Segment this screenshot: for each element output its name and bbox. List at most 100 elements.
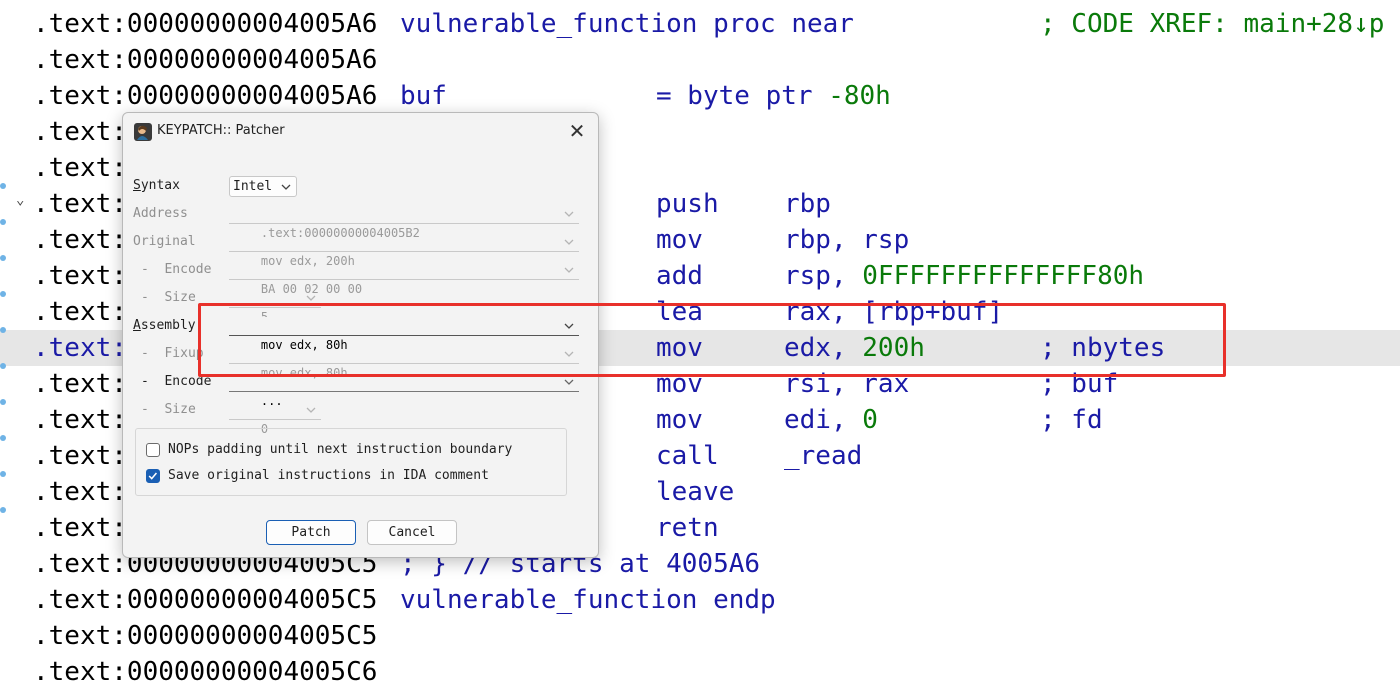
new-size-field: 0: [229, 401, 321, 436]
cancel-button[interactable]: Cancel: [367, 520, 457, 545]
line-mnemonic: = byte ptr -80h: [656, 78, 891, 114]
original-encode-label: - Encode: [141, 262, 212, 277]
line-comment: ; nbytes: [1040, 333, 1166, 363]
line-mnemonic: mov: [656, 330, 703, 366]
mnemonic-text: leave: [656, 477, 735, 507]
operand-text: rax, [rbp+buf]: [784, 297, 1004, 327]
options-group: NOPs padding until next instruction boun…: [135, 428, 567, 496]
line-address: .text:: [33, 369, 127, 399]
keypatch-app-icon: [134, 123, 152, 141]
save-original-checkbox[interactable]: [146, 469, 160, 483]
listing-line[interactable]: .text:00000000004005A6 vulnerable_functio…: [0, 6, 1400, 42]
line-address: .text:00000000004005A6: [33, 81, 378, 111]
mnemonic-text: mov: [656, 225, 703, 255]
dialog-titlebar[interactable]: KEYPATCH:: Patcher ✕: [123, 113, 598, 149]
line-address: .text:00000000004005C6: [33, 657, 378, 687]
line-address: .text:: [33, 117, 127, 147]
listing-line[interactable]: .text:00000000004005A6 buf = byte ptr -80h: [0, 78, 1400, 114]
mnemonic-text: call: [656, 441, 719, 471]
save-original-checkbox-row[interactable]: Save original instructions in IDA commen…: [146, 468, 489, 528]
listing-line[interactable]: .text:00000000004005C6: [0, 654, 1400, 690]
line-comment: ; buf: [1040, 369, 1119, 399]
line-address: .text:: [33, 189, 127, 219]
nops-padding-checkbox[interactable]: [146, 443, 160, 457]
operand-text: rbp: [784, 189, 831, 219]
fold-chevron-icon[interactable]: ⌄: [16, 193, 28, 207]
margin-marker: [0, 471, 6, 477]
original-size-field: 5: [229, 289, 321, 324]
margin-marker: [0, 507, 6, 513]
mnemonic-text: mov: [656, 369, 703, 399]
line-operands: rsp, 0FFFFFFFFFFFFFF80h: [784, 258, 1144, 294]
line-operands: rbp, rsp: [784, 222, 909, 258]
line-mnemonic: retn: [656, 510, 719, 546]
mnemonic-text: mov: [656, 405, 703, 435]
line-address: .text:00000000004005A6: [33, 45, 378, 75]
assembly-input[interactable]: mov edx, 80h: [229, 317, 579, 352]
line-label: vulnerable_function endp: [400, 585, 776, 615]
line-mnemonic: push: [656, 186, 719, 222]
nops-padding-label: NOPs padding until next instruction boun…: [168, 442, 513, 457]
original-size-label: - Size: [141, 290, 196, 305]
new-encode-field[interactable]: ...: [229, 373, 579, 408]
listing-line[interactable]: .text:00000000004005C5 vulnerable_functio…: [0, 582, 1400, 618]
new-encode-label: - Encode: [141, 374, 212, 389]
margin-marker: [0, 219, 6, 225]
operand-text: edx,: [784, 333, 847, 363]
mnemonic-text: = byte ptr: [656, 81, 813, 111]
operand-text: rsp,: [784, 261, 847, 291]
line-address: .text:: [33, 153, 127, 183]
operand-text: rsi, rax: [784, 369, 910, 399]
line-mnemonic: mov: [656, 222, 703, 258]
line-mnemonic: leave: [656, 474, 734, 510]
line-address: .text:00000000004005A6: [33, 9, 378, 39]
fixup-field: mov edx, 80h: [229, 345, 579, 380]
assembly-label: Assembly: [133, 318, 196, 333]
line-operands: _read: [784, 438, 862, 474]
line-comment: ; fd: [1040, 405, 1103, 435]
close-button[interactable]: ✕: [562, 117, 592, 145]
margin-marker: [0, 435, 6, 441]
line-operands: rsi, rax: [784, 366, 909, 402]
margin-marker: [0, 291, 6, 297]
syntax-label: Syntax: [133, 178, 180, 193]
syntax-select[interactable]: Intel: [229, 176, 297, 197]
listing-line[interactable]: .text:00000000004005A6: [0, 42, 1400, 78]
code-xref-comment[interactable]: ; CODE XREF: main+28↓p: [1040, 6, 1384, 42]
close-icon: ✕: [568, 119, 586, 143]
operand-number: 0FFFFFFFFFFFFFF80h: [862, 261, 1145, 291]
syntax-select-value: Intel: [233, 179, 273, 194]
original-encode-field: BA 00 02 00 00: [229, 261, 579, 296]
line-label: vulnerable_function proc near: [400, 9, 854, 39]
margin-marker: [0, 255, 6, 261]
chevron-down-icon: [564, 239, 574, 245]
chevron-down-icon: [564, 351, 574, 357]
chevron-down-icon: [281, 184, 291, 190]
fixup-label: - Fixup: [141, 346, 204, 361]
mnemonic-text: lea: [656, 297, 703, 327]
operand-text: rbp, rsp: [784, 225, 910, 255]
margin-marker: [0, 327, 6, 333]
new-size-label: - Size: [141, 402, 196, 417]
line-address: .text:00000000004005C5: [33, 585, 378, 615]
address-field: .text:00000000004005B2: [229, 205, 579, 240]
line-address: .text:: [33, 513, 127, 543]
chevron-down-icon: [564, 379, 574, 385]
patch-button[interactable]: Patch: [266, 520, 356, 545]
operand-number: 200h: [862, 333, 925, 363]
line-operands: edi, 0: [784, 402, 878, 438]
operand-number: 0: [862, 405, 878, 435]
line-address: .text:: [33, 225, 127, 255]
chevron-down-icon[interactable]: [563, 320, 575, 332]
operand-number: -80h: [828, 81, 891, 111]
line-address: .text:: [33, 333, 127, 363]
assembly-label-rest: ssembly: [140, 318, 196, 333]
line-operands: rax, [rbp+buf]: [784, 294, 1003, 330]
address-label: Address: [133, 206, 188, 221]
mnemonic-text: retn: [656, 513, 719, 543]
mnemonic-text: push: [656, 189, 719, 219]
listing-line[interactable]: .text:00000000004005C5: [0, 618, 1400, 654]
line-address: .text:: [33, 261, 127, 291]
chevron-down-icon: [564, 267, 574, 273]
mnemonic-text: add: [656, 261, 703, 291]
